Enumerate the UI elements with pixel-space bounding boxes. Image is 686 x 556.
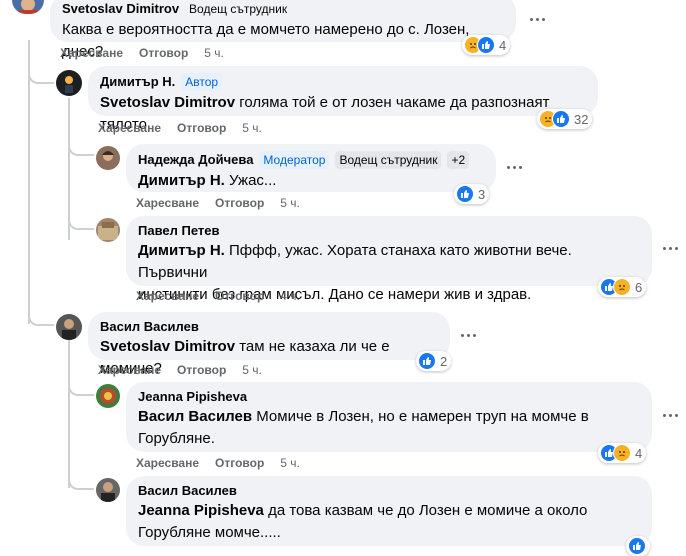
- avatar[interactable]: [56, 70, 82, 96]
- comment-text-line2: Горубляне момче.....: [138, 524, 281, 541]
- like-button[interactable]: Харесване: [136, 456, 199, 470]
- comment-bubble: Jeanna Pipisheva Васил Василев Момиче в …: [126, 382, 652, 452]
- timestamp[interactable]: 5 ч.: [242, 121, 262, 135]
- reply-button[interactable]: Отговор: [215, 196, 264, 210]
- sad-reaction-icon: [613, 444, 631, 462]
- comment-actions: Харесване Отговор 5 ч.: [60, 46, 224, 60]
- comment-bubble: Надежда Дойчева Модератор Водещ сътрудни…: [126, 144, 496, 192]
- reply-button[interactable]: Отговор: [177, 121, 226, 135]
- comment-actions: Харесване Отговор 5 ч.: [136, 456, 300, 470]
- comment-bubble: Васил Василев Svetoslav Dimitrov там не …: [88, 312, 450, 377]
- comment-author[interactable]: Jeanna Pipisheva: [138, 389, 247, 405]
- reaction-count: 3: [478, 186, 486, 202]
- comment-actions: Харесване Отговор 5 ч.: [98, 121, 262, 135]
- more-options-icon[interactable]: [456, 328, 480, 342]
- avatar[interactable]: [96, 146, 120, 170]
- timestamp[interactable]: 5 ч.: [242, 363, 262, 377]
- reactions-summary[interactable]: 32: [537, 109, 593, 129]
- like-reaction-icon: [418, 352, 436, 370]
- timestamp[interactable]: 4 ч.: [280, 289, 300, 303]
- reply-button[interactable]: Отговор: [215, 289, 264, 303]
- badge-more[interactable]: +2: [447, 151, 470, 169]
- comment-text: Jeanna Pipisheva да това казвам че до Ло…: [138, 500, 640, 522]
- more-options-icon[interactable]: [658, 241, 682, 255]
- reactions-summary[interactable]: 6: [598, 277, 647, 297]
- comment-text-body: Момиче в Лозен, но е намерен труп на мом…: [252, 408, 589, 425]
- badge-moderator: Модератор: [259, 151, 330, 169]
- avatar[interactable]: [12, 0, 44, 14]
- reactions-summary[interactable]: [626, 536, 650, 556]
- comment-text-body: да това казвам че до Лозен е момиче а ок…: [263, 502, 588, 519]
- badge-author: Автор: [181, 73, 223, 91]
- reaction-count: 4: [499, 37, 507, 53]
- mention-link[interactable]: Jeanna Pipisheva: [138, 502, 264, 519]
- like-button[interactable]: Харесване: [98, 121, 161, 135]
- badge-top-contributor: Водещ сътрудник: [335, 151, 442, 169]
- mention-link[interactable]: Димитър Н.: [138, 172, 225, 189]
- comment-author[interactable]: Павел Петев: [138, 223, 220, 239]
- thread-connector: [68, 468, 94, 490]
- more-options-icon[interactable]: [658, 408, 682, 422]
- thread-connector: [28, 60, 54, 84]
- like-reaction-icon: [456, 185, 474, 203]
- sad-reaction-icon: [613, 278, 631, 296]
- comment-actions: Харесване Отговор 5 ч.: [98, 363, 262, 377]
- comment-author[interactable]: Васил Василев: [100, 319, 199, 335]
- timestamp[interactable]: 5 ч.: [280, 196, 300, 210]
- like-button[interactable]: Харесване: [60, 46, 123, 60]
- reaction-count: 4: [635, 445, 643, 461]
- reaction-count: 32: [574, 111, 589, 127]
- comment-text: Васил Василев Момиче в Лозен, но е намер…: [138, 406, 640, 428]
- comment-author[interactable]: Svetoslav Dimitrov: [62, 1, 179, 17]
- thread-connector: [28, 300, 54, 326]
- comment-bubble: Павел Петев Димитър Н. Пффф, ужас. Хорат…: [126, 216, 652, 303]
- mention-link[interactable]: Васил Василев: [138, 408, 252, 425]
- like-button[interactable]: Харесване: [136, 289, 199, 303]
- like-reaction-icon: [552, 110, 570, 128]
- thread-connector: [68, 210, 94, 230]
- comment-author[interactable]: Димитър Н.: [100, 74, 175, 90]
- reaction-count: 2: [440, 353, 448, 369]
- reactions-summary[interactable]: 4: [462, 35, 511, 55]
- more-options-icon[interactable]: [525, 12, 549, 26]
- mention-link[interactable]: Svetoslav Dimitrov: [100, 338, 235, 355]
- comment-bubble: Васил Василев Jeanna Pipisheva да това к…: [126, 476, 652, 546]
- like-button[interactable]: Харесване: [136, 196, 199, 210]
- comment-text-body: Ужас...: [224, 172, 277, 189]
- comment-author[interactable]: Надежда Дойчева: [138, 152, 253, 168]
- mention-link[interactable]: Димитър Н.: [138, 242, 225, 259]
- reactions-summary[interactable]: 3: [454, 184, 490, 204]
- thread-connector: [68, 374, 94, 396]
- avatar[interactable]: [96, 478, 120, 502]
- reply-button[interactable]: Отговор: [177, 363, 226, 377]
- reply-button[interactable]: Отговор: [139, 46, 188, 60]
- timestamp[interactable]: 5 ч.: [204, 46, 224, 60]
- comment-author[interactable]: Васил Василев: [138, 483, 237, 499]
- avatar[interactable]: [96, 218, 120, 242]
- comment-text: Димитър Н. Пффф, ужас. Хората станаха ка…: [138, 240, 640, 284]
- like-reaction-icon: [628, 537, 646, 555]
- badge-top-contributor: Водещ сътрудник: [189, 2, 288, 16]
- comment-text-line2: Горубляне.: [138, 430, 215, 447]
- avatar[interactable]: [96, 384, 120, 408]
- like-reaction-icon: [477, 36, 495, 54]
- like-button[interactable]: Харесване: [98, 363, 161, 377]
- comment-actions: Харесване Отговор 5 ч.: [136, 196, 300, 210]
- avatar[interactable]: [56, 314, 82, 340]
- mention-link[interactable]: Svetoslav Dimitrov: [100, 94, 235, 111]
- more-options-icon[interactable]: [502, 160, 526, 174]
- comment-bubble: Димитър Н. Автор Svetoslav Dimitrov голя…: [88, 66, 598, 133]
- comment-bubble: Svetoslav Dimitrov Водещ сътрудник Каква…: [50, 0, 516, 60]
- comment-actions: Харесване Отговор 4 ч.: [136, 289, 300, 303]
- thread-connector: [68, 136, 94, 156]
- reaction-count: 6: [635, 279, 643, 295]
- comment-text: Димитър Н. Ужас...: [138, 170, 484, 192]
- timestamp[interactable]: 5 ч.: [280, 456, 300, 470]
- thread-line-main: [28, 40, 30, 324]
- reactions-summary[interactable]: 4: [598, 443, 647, 463]
- thread-line-reply: [68, 340, 70, 488]
- reply-button[interactable]: Отговор: [215, 456, 264, 470]
- reactions-summary[interactable]: 2: [416, 351, 452, 371]
